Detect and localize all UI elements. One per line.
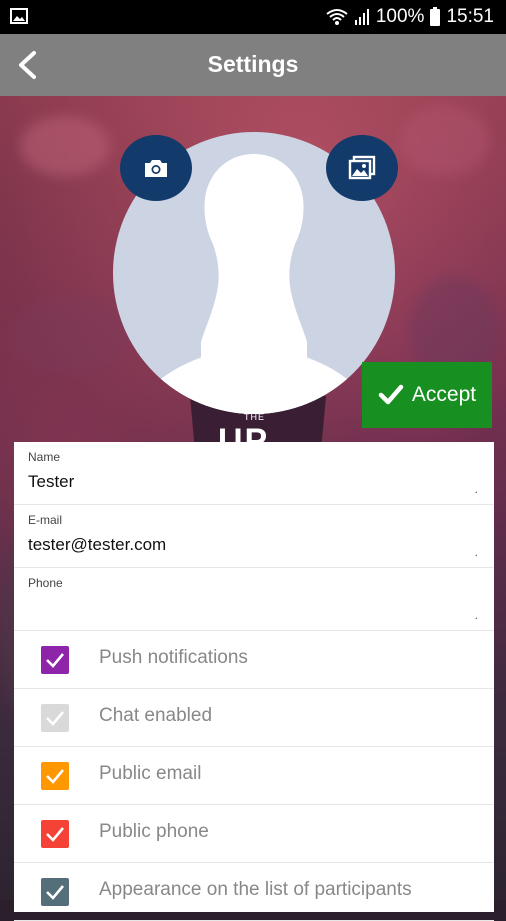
back-arrow-icon xyxy=(19,51,36,79)
wifi-icon xyxy=(326,9,348,25)
accept-button[interactable]: Accept xyxy=(362,362,492,428)
checkbox[interactable] xyxy=(41,820,69,848)
back-button[interactable] xyxy=(8,46,46,84)
checkbox-label: Public email xyxy=(99,763,202,784)
status-bar: 100% 15:51 xyxy=(0,0,506,34)
battery-percent: 100% xyxy=(375,6,425,27)
clock: 15:51 xyxy=(446,6,494,27)
image-notification-icon xyxy=(10,8,28,24)
settings-form: Name Tester . E-mail tester@tester.com .… xyxy=(14,442,494,921)
camera-icon xyxy=(145,160,167,177)
checkbox-label: Chat enabled xyxy=(99,705,213,726)
check-icon xyxy=(46,653,64,668)
app-bar: Settings xyxy=(0,34,506,96)
checkbox-row-public-email[interactable]: Public email xyxy=(14,747,494,805)
accept-label: Accept xyxy=(411,383,477,406)
check-icon xyxy=(378,384,404,405)
checkbox[interactable] xyxy=(41,646,69,674)
checkbox-label: Appearance on the list of participants xyxy=(99,879,412,900)
camera-button[interactable] xyxy=(120,135,192,201)
signal-icon xyxy=(354,9,369,25)
battery-icon xyxy=(430,6,441,26)
check-icon xyxy=(46,885,64,900)
status-icons: 100% 15:51 xyxy=(326,6,494,28)
checkbox-row-push-notifications[interactable]: Push notifications xyxy=(14,631,494,689)
check-icon xyxy=(46,711,64,726)
check-icon xyxy=(46,769,64,784)
checkbox[interactable] xyxy=(41,878,69,906)
phone-field-marker: . xyxy=(474,608,478,622)
email-field[interactable]: E-mail tester@tester.com . xyxy=(14,505,494,568)
name-label: Name xyxy=(28,450,61,464)
checkbox-row-chat-enabled[interactable]: Chat enabled xyxy=(14,689,494,747)
checkbox-row-participants-list[interactable]: Appearance on the list of participants xyxy=(14,863,494,921)
phone-field[interactable]: Phone . xyxy=(14,568,494,631)
name-field[interactable]: Name Tester . xyxy=(14,442,494,505)
phone-label: Phone xyxy=(28,576,63,590)
checkbox-label: Push notifications xyxy=(99,647,248,668)
email-field-marker: . xyxy=(474,545,478,559)
email-label: E-mail xyxy=(28,513,63,527)
check-icon xyxy=(46,827,64,842)
page-title: Settings xyxy=(207,51,299,77)
checkbox[interactable] xyxy=(41,704,69,732)
name-field-marker: . xyxy=(474,482,478,496)
checkbox[interactable] xyxy=(41,762,69,790)
name-value[interactable]: Tester xyxy=(28,472,74,492)
gallery-icon xyxy=(348,155,376,180)
email-value[interactable]: tester@tester.com xyxy=(28,535,166,555)
checkbox-row-public-phone[interactable]: Public phone xyxy=(14,805,494,863)
gallery-button[interactable] xyxy=(326,135,398,201)
checkbox-label: Public phone xyxy=(99,821,209,842)
